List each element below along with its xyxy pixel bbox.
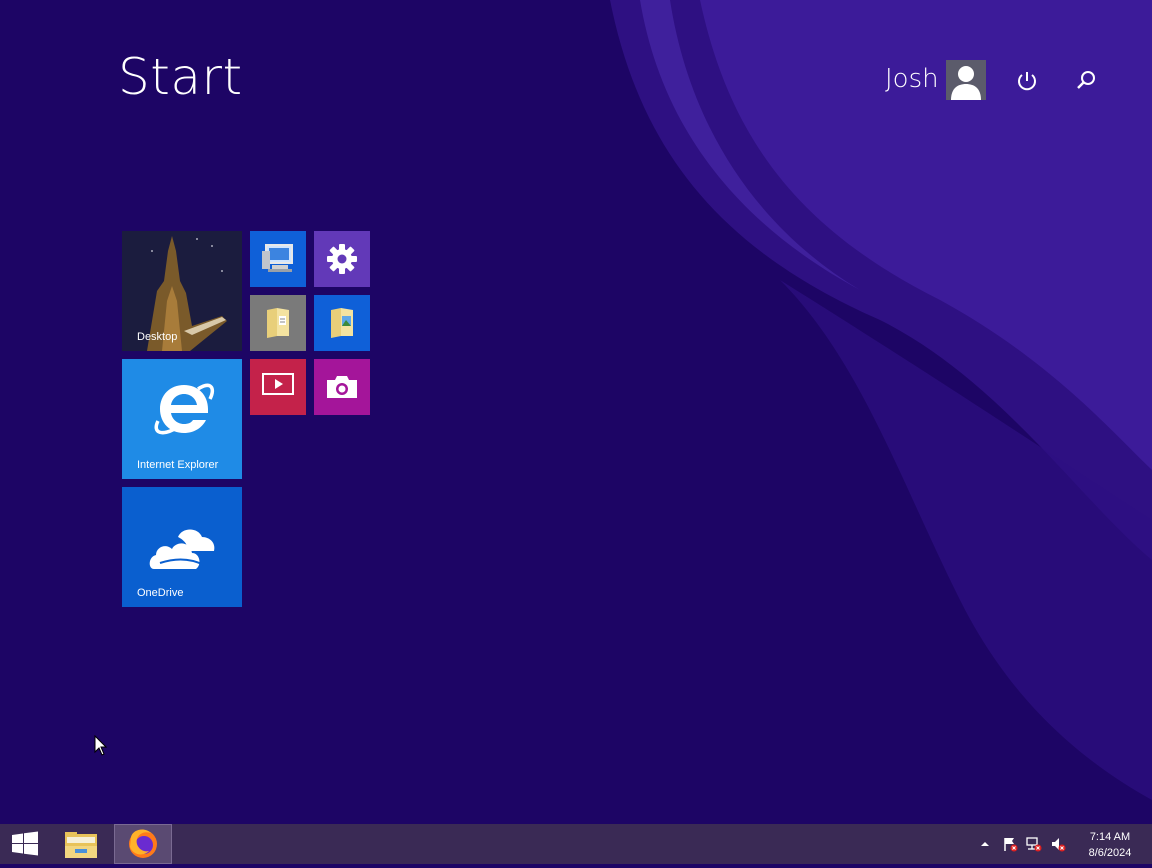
onedrive-cloud-icon: [149, 529, 215, 569]
power-icon: [1018, 72, 1036, 91]
tile-label-onedrive: OneDrive: [137, 587, 184, 599]
search-icon: [1077, 71, 1095, 89]
video-play-icon: [262, 373, 294, 395]
volume-muted-icon[interactable]: [1050, 836, 1066, 852]
tile-onedrive[interactable]: OneDrive: [122, 487, 242, 607]
power-button[interactable]: [1014, 68, 1040, 94]
user-avatar-icon[interactable]: [946, 60, 986, 100]
tile-this-pc[interactable]: [250, 231, 306, 287]
show-hidden-icons-chevron-icon[interactable]: [980, 839, 990, 849]
internet-explorer-icon: [154, 383, 215, 435]
page-title: Start: [118, 48, 243, 106]
tile-desktop[interactable]: Desktop: [122, 231, 242, 351]
tile-pc-settings[interactable]: [314, 231, 370, 287]
clock-date: 8/6/2024: [1088, 847, 1132, 859]
taskbar-file-explorer[interactable]: [56, 824, 106, 864]
user-name[interactable]: Josh: [885, 64, 939, 94]
tile-internet-explorer[interactable]: Internet Explorer: [122, 359, 242, 479]
computer-monitor-icon: [262, 244, 293, 272]
action-center-flag-icon[interactable]: [1002, 836, 1018, 852]
search-button[interactable]: [1073, 68, 1099, 94]
mouse-cursor-icon: [94, 735, 108, 756]
folder-pictures-icon: [331, 308, 353, 338]
camera-icon: [327, 376, 357, 398]
windows-logo-icon: [12, 831, 38, 856]
start-button[interactable]: [0, 824, 50, 864]
tile-label-desktop: Desktop: [137, 331, 178, 343]
clock-time: 7:14 AM: [1089, 831, 1131, 843]
network-icon[interactable]: [1026, 836, 1042, 852]
firefox-icon: [129, 829, 157, 858]
file-explorer-icon: [65, 832, 97, 858]
tile-video[interactable]: [250, 359, 306, 415]
taskbar-clock[interactable]: 7:14 AM 8/6/2024: [1076, 829, 1144, 861]
tile-pictures[interactable]: [314, 295, 370, 351]
tile-camera[interactable]: [314, 359, 370, 415]
taskbar-firefox[interactable]: [114, 824, 172, 864]
tile-documents[interactable]: [250, 295, 306, 351]
tile-label-internet-explorer: Internet Explorer: [137, 459, 219, 471]
folder-documents-icon: [267, 308, 289, 338]
taskbar: 7:14 AM 8/6/2024: [0, 824, 1152, 864]
gear-icon: [327, 244, 357, 274]
